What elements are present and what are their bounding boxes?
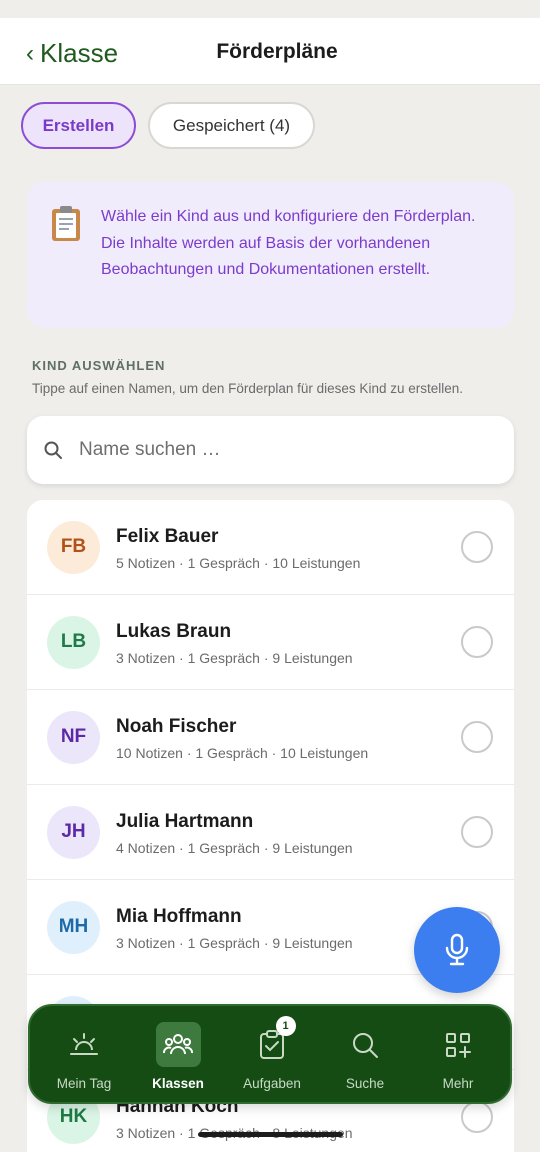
- section-label: KIND AUSWÄHLEN: [32, 358, 166, 373]
- nav-item-suche[interactable]: Suche: [317, 1006, 413, 1106]
- avatar: FB: [47, 520, 100, 574]
- section-hint: Tippe auf einen Namen, um den Förderplan…: [32, 381, 463, 396]
- search-icon: [353, 1032, 378, 1058]
- select-radio[interactable]: [461, 626, 493, 658]
- search-icon: [44, 441, 62, 459]
- avatar: JH: [47, 805, 100, 859]
- nav-item-mehr[interactable]: Mehr: [410, 1006, 506, 1106]
- info-text: Wähle ein Kind aus und konfiguriere den …: [101, 208, 476, 278]
- avatar: NF: [47, 710, 100, 764]
- list-item[interactable]: FB Felix Bauer 5 Notizen · 1 Gespräch · …: [27, 500, 514, 595]
- nav-label: Aufgaben: [243, 1076, 301, 1091]
- child-meta: 10 Notizen · 1 Gespräch · 10 Leistungen: [116, 745, 369, 761]
- nav-label: Mein Tag: [56, 1076, 112, 1091]
- child-name: Noah Fischer: [116, 716, 237, 737]
- nav-label: Suche: [345, 1076, 385, 1091]
- tab-saved[interactable]: Gespeichert (4): [148, 102, 315, 149]
- nav-item-aufgaben[interactable]: 1 Aufgaben: [224, 1006, 320, 1106]
- people-icon: [163, 1033, 193, 1054]
- select-radio[interactable]: [461, 531, 493, 563]
- nav-label: Mehr: [442, 1076, 474, 1091]
- sunrise-icon: [70, 1032, 98, 1055]
- page-title: Förderpläne: [216, 40, 338, 63]
- child-meta: 3 Notizen · 1 Gespräch · 9 Leistungen: [116, 935, 353, 951]
- nav-label: Klassen: [152, 1076, 204, 1091]
- select-radio[interactable]: [461, 816, 493, 848]
- grid-plus-icon: [446, 1032, 471, 1058]
- list-item[interactable]: JH Julia Hartmann 4 Notizen · 1 Gespräch…: [27, 785, 514, 880]
- tab-create[interactable]: Erstellen: [21, 102, 136, 149]
- avatar: MH: [47, 900, 100, 954]
- child-name: Julia Hartmann: [116, 811, 254, 832]
- child-meta: 5 Notizen · 1 Gespräch · 10 Leistungen: [116, 555, 361, 571]
- clipboard-icon: [49, 204, 83, 242]
- status-bar-area: [0, 0, 540, 18]
- app-header: ‹ Klasse Förderpläne: [0, 18, 540, 85]
- home-indicator: [198, 1132, 343, 1137]
- voice-input-button[interactable]: [414, 907, 500, 993]
- child-meta: 3 Notizen · 1 Gespräch · 9 Leistungen: [116, 650, 353, 666]
- child-meta: 4 Notizen · 1 Gespräch · 9 Leistungen: [116, 840, 353, 856]
- nav-item-klassen[interactable]: Klassen: [130, 1006, 226, 1106]
- child-name: Mia Hoffmann: [116, 906, 242, 927]
- tasks-badge: 1: [275, 1016, 296, 1036]
- info-banner: Wähle ein Kind aus und konfiguriere den …: [27, 182, 514, 328]
- child-name: Lukas Braun: [116, 621, 232, 642]
- search-box: [27, 416, 514, 484]
- segment-control: Erstellen Gespeichert (4): [21, 102, 315, 149]
- nav-item-mein-tag[interactable]: Mein Tag: [36, 1006, 132, 1106]
- select-radio[interactable]: [461, 721, 493, 753]
- child-name: Felix Bauer: [116, 526, 219, 547]
- avatar: LB: [47, 615, 100, 669]
- list-item[interactable]: LB Lukas Braun 3 Notizen · 1 Gespräch · …: [27, 595, 514, 690]
- bottom-navigation: Mein Tag Klassen 1 Aufgaben Suche Mehr: [28, 1004, 512, 1104]
- search-input[interactable]: [79, 439, 459, 461]
- list-item[interactable]: NF Noah Fischer 10 Notizen · 1 Gespräch …: [27, 690, 514, 785]
- microphone-icon: [445, 933, 469, 966]
